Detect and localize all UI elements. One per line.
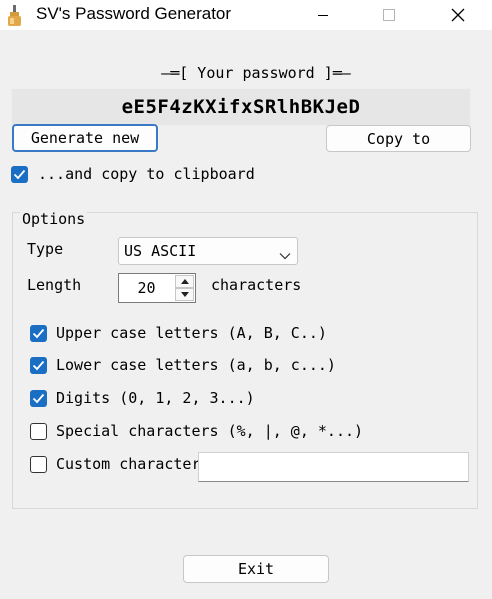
- minimize-icon: [318, 15, 328, 16]
- chevron-down-icon: [279, 246, 291, 264]
- checkmark-icon: [32, 328, 45, 339]
- length-unit-label: characters: [211, 276, 302, 294]
- copy-clipboard-label: ...and copy to clipboard: [38, 165, 255, 183]
- special-chars-label: Special characters (%, |, @, *...): [56, 422, 364, 440]
- custom-char-checkbox[interactable]: [30, 456, 47, 473]
- close-icon: [451, 8, 465, 22]
- custom-char-label: Custom character: [56, 455, 201, 473]
- password-display[interactable]: eE5F4zKXifxSRlhBKJeD: [11, 88, 471, 126]
- checkmark-icon: [32, 360, 45, 371]
- copy-to-button[interactable]: Copy to: [326, 125, 471, 152]
- digits-label: Digits (0, 1, 2, 3...): [56, 389, 255, 407]
- exit-button[interactable]: Exit: [183, 555, 329, 583]
- generate-new-button[interactable]: Generate new: [12, 124, 158, 152]
- increment-button[interactable]: [175, 275, 194, 288]
- options-title: Options: [20, 210, 88, 228]
- uppercase-checkbox[interactable]: [30, 325, 47, 342]
- window-title: SV's Password Generator: [36, 4, 232, 23]
- maximize-button[interactable]: [366, 0, 412, 30]
- digits-checkbox[interactable]: [30, 390, 47, 407]
- arrow-up-icon: [180, 279, 189, 284]
- length-value[interactable]: 20: [119, 274, 174, 302]
- close-button[interactable]: [435, 0, 481, 30]
- app-icon: [8, 5, 22, 26]
- checkmark-icon: [13, 169, 26, 180]
- copy-clipboard-checkbox[interactable]: [11, 166, 28, 183]
- type-select-value: US ASCII: [124, 242, 197, 260]
- password-header: —═[ Your password ]═—: [161, 64, 351, 82]
- lowercase-checkbox[interactable]: [30, 357, 47, 374]
- custom-char-input[interactable]: [198, 452, 469, 482]
- length-stepper[interactable]: 20: [118, 273, 196, 303]
- type-select[interactable]: US ASCII: [118, 237, 298, 265]
- arrow-down-icon: [180, 292, 189, 297]
- title-bar: SV's Password Generator: [0, 0, 492, 30]
- special-chars-checkbox[interactable]: [30, 423, 47, 440]
- decrement-button[interactable]: [175, 288, 194, 301]
- uppercase-label: Upper case letters (A, B, C..): [56, 324, 327, 342]
- length-label: Length: [27, 276, 82, 294]
- type-label: Type: [27, 240, 64, 258]
- minimize-button[interactable]: [300, 0, 346, 30]
- maximize-icon: [383, 9, 395, 21]
- lowercase-label: Lower case letters (a, b, c...): [56, 356, 336, 374]
- checkmark-icon: [32, 393, 45, 404]
